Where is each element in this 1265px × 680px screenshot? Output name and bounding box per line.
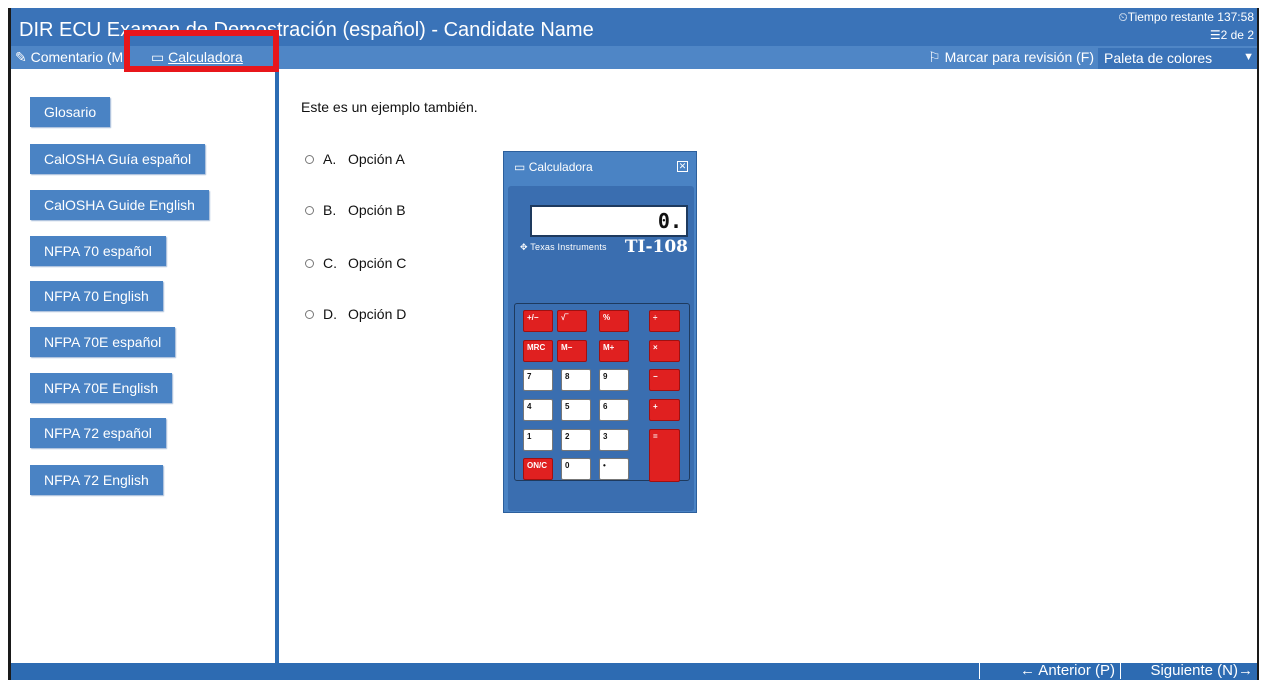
sidebar-item-nfpa70-en[interactable]: NFPA 70 English: [30, 281, 163, 311]
list-icon: ☰: [1209, 28, 1221, 42]
key-percent[interactable]: %: [599, 310, 629, 332]
sidebar-item-calosha-es[interactable]: CalOSHA Guía español: [30, 144, 206, 174]
divider: [979, 661, 980, 679]
sidebar-item-nfpa70e-es[interactable]: NFPA 70E español: [30, 327, 176, 357]
sidebar-item-nfpa70e-en[interactable]: NFPA 70E English: [30, 373, 173, 403]
comment-button[interactable]: ✎ Comentario (M: [15, 49, 123, 66]
question-counter: ☰2 de 2: [1210, 28, 1254, 42]
ti-logo-icon: ✥: [520, 242, 528, 252]
key-divide[interactable]: ÷: [649, 310, 680, 332]
option-label: Opción A: [348, 151, 405, 167]
time-remaining-text: Tiempo restante 137:58: [1127, 10, 1254, 24]
footer-nav: ← Anterior (P) Siguiente (N)→: [11, 661, 1257, 680]
option-letter: B.: [323, 202, 337, 218]
option-letter: A.: [323, 151, 337, 167]
exam-title: DIR ECU Examen de Demostración (español)…: [19, 19, 594, 41]
question-counter-text: 2 de 2: [1220, 28, 1254, 42]
option-label: Opción B: [348, 202, 406, 218]
key-5[interactable]: 5: [561, 399, 591, 421]
calculator-button[interactable]: ▭ Calculadora: [151, 49, 243, 66]
reference-sidebar: Glosario CalOSHA Guía español CalOSHA Gu…: [11, 69, 279, 663]
option-letter: D.: [323, 306, 337, 322]
calculator-brand: ✥ Texas Instruments: [520, 242, 607, 253]
sidebar-item-nfpa72-en[interactable]: NFPA 72 English: [30, 465, 163, 495]
radio-button[interactable]: [305, 259, 314, 268]
flag-icon: ⚐: [928, 49, 941, 65]
key-m-minus[interactable]: M−: [557, 340, 587, 362]
radio-button[interactable]: [305, 206, 314, 215]
option-a[interactable]: A. Opción A: [305, 151, 405, 167]
question-text: Este es un ejemplo también.: [301, 99, 478, 115]
key-equals[interactable]: =: [649, 429, 680, 482]
previous-button[interactable]: ← Anterior (P): [1020, 662, 1115, 679]
comment-label: Comentario (M: [30, 49, 124, 65]
option-label: Opción C: [348, 255, 407, 271]
key-multiply[interactable]: ×: [649, 340, 680, 362]
calculator-keypad: +/− √‾ % ÷ MRC M− M+ × 7 8 9 − 4 5 6 + 1…: [514, 303, 690, 482]
calculator-body: 0. ✥ Texas Instruments TI-108 +/− √‾ % ÷…: [508, 186, 694, 511]
key-7[interactable]: 7: [523, 369, 553, 391]
key-decimal[interactable]: •: [599, 458, 629, 480]
option-c[interactable]: C. Opción C: [305, 255, 406, 271]
option-b[interactable]: B. Opción B: [305, 202, 406, 218]
calculator-icon: ▭: [151, 49, 165, 65]
radio-button[interactable]: [305, 155, 314, 164]
key-sqrt[interactable]: √‾: [557, 310, 587, 332]
divider: [1120, 661, 1121, 679]
calculator-display: 0.: [530, 205, 688, 237]
calculator-model: TI-108: [624, 237, 688, 257]
option-letter: C.: [323, 255, 337, 271]
key-6[interactable]: 6: [599, 399, 629, 421]
key-3[interactable]: 3: [599, 429, 629, 451]
toolbar: ✎ Comentario (M ▭ Calculadora ⚐ Marcar p…: [11, 46, 1257, 69]
key-1[interactable]: 1: [523, 429, 553, 451]
sidebar-item-nfpa72-es[interactable]: NFPA 72 español: [30, 418, 166, 448]
calculator-window[interactable]: ▭ Calculadora ✕ 0. ✥ Texas Instruments T…: [503, 151, 697, 513]
calculator-title[interactable]: ▭ Calculadora: [514, 160, 593, 174]
sidebar-item-glossary[interactable]: Glosario: [30, 97, 111, 127]
clock-icon: ⏲: [1118, 10, 1128, 24]
key-2[interactable]: 2: [561, 429, 591, 451]
calculator-title-text: Calculadora: [528, 160, 593, 174]
sidebar-item-calosha-en[interactable]: CalOSHA Guide English: [30, 190, 209, 220]
chevron-down-icon: ▼: [1243, 51, 1254, 63]
key-m-plus[interactable]: M+: [599, 340, 629, 362]
key-8[interactable]: 8: [561, 369, 591, 391]
radio-button[interactable]: [305, 310, 314, 319]
key-mrc[interactable]: MRC: [523, 340, 553, 362]
key-9[interactable]: 9: [599, 369, 629, 391]
key-plus-minus[interactable]: +/−: [523, 310, 553, 332]
color-palette-select[interactable]: Paleta de colores ▼: [1098, 48, 1257, 69]
comment-icon: ✎: [15, 49, 27, 65]
key-minus[interactable]: −: [649, 369, 680, 391]
title-bar: DIR ECU Examen de Demostración (español)…: [11, 8, 1257, 46]
calculator-brand-text: Texas Instruments: [530, 242, 607, 252]
key-4[interactable]: 4: [523, 399, 553, 421]
option-label: Opción D: [348, 306, 407, 322]
next-button[interactable]: Siguiente (N)→: [1150, 662, 1253, 679]
sidebar-item-nfpa70-es[interactable]: NFPA 70 español: [30, 236, 166, 266]
calculator-label: Calculadora: [168, 49, 243, 65]
mark-for-review-label: Marcar para revisión (F): [944, 49, 1094, 65]
option-d[interactable]: D. Opción D: [305, 306, 406, 322]
mark-for-review-button[interactable]: ⚐ Marcar para revisión (F): [928, 49, 1094, 66]
question-panel: Este es un ejemplo también. A. Opción A B…: [283, 69, 1257, 663]
key-on-clear[interactable]: ON/C: [523, 458, 553, 480]
close-icon[interactable]: ✕: [677, 161, 688, 172]
key-0[interactable]: 0: [561, 458, 591, 480]
color-palette-label: Paleta de colores: [1104, 50, 1213, 66]
key-plus[interactable]: +: [649, 399, 680, 421]
time-remaining: ⏲Tiempo restante 137:58: [1118, 10, 1254, 25]
calculator-icon: ▭: [514, 160, 526, 174]
